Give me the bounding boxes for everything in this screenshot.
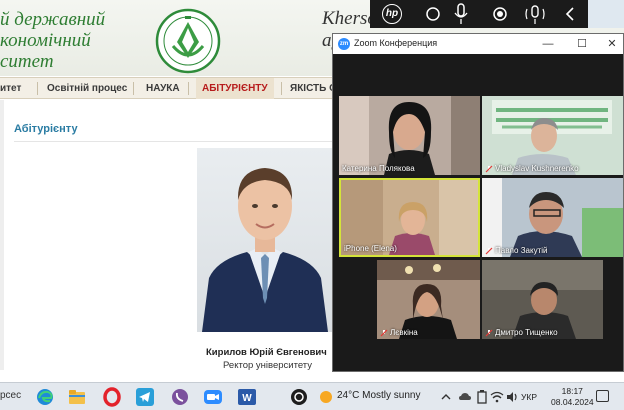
university-name-line-2: кономічний [0,30,91,51]
university-logo[interactable] [155,8,221,74]
edge-icon[interactable] [35,387,55,407]
university-name-en-line-1: Kherso [322,8,377,29]
mic-muted-icon [485,329,493,336]
close-button[interactable]: ✕ [602,36,622,52]
zoom-taskbar-icon[interactable] [203,387,223,407]
zoom-window[interactable]: zm Zoom Конференция — ☐ ✕ Катерина Поляк… [332,33,624,372]
telegram-icon[interactable] [135,387,155,407]
record-icon[interactable] [492,6,508,22]
minimize-button[interactable]: — [538,36,558,52]
cloud-icon[interactable] [458,387,472,407]
maximize-button[interactable]: ☐ [572,36,592,52]
participant-tile[interactable]: Vladyslav Kushnerenko [482,96,623,175]
participant-name: Катерина Полякова [342,164,415,173]
battery-icon[interactable] [476,387,490,407]
nav-separator [188,82,189,95]
participant-tile[interactable]: Лєвкіна [377,260,480,339]
word-icon[interactable]: W [237,387,257,407]
hp-logo-icon[interactable]: hp [382,4,402,24]
circle-outline-icon[interactable] [425,6,441,22]
chevron-left-icon[interactable] [564,6,576,22]
weather-sun-icon[interactable] [316,387,336,407]
broadcast-mic-icon[interactable] [522,1,548,27]
university-name-ua: й державний кономічний ситет [0,9,105,72]
nav-item-education[interactable]: Освітній процес [47,78,127,99]
rector-role: Ректор університету [223,360,313,371]
participant-tile[interactable]: Дмитро Тищенко [482,260,603,339]
participant-tile[interactable]: Катерина Полякова [339,96,480,175]
nav-item-science[interactable]: НАУКА [146,78,180,99]
section-divider [14,141,332,142]
svg-text:W: W [242,393,252,404]
participant-name: Павло Закутій [485,246,547,255]
microphone-icon[interactable] [452,2,470,26]
clock-date: 08.04.2024 [551,397,594,407]
nav-item-university[interactable]: итет [0,78,21,99]
weather-text[interactable]: 24°C Mostly sunny [337,390,420,401]
rector-portrait [202,168,328,332]
participant-name: iPhone (Elena) [344,244,397,253]
participant-name: Дмитро Тищенко [485,328,558,337]
university-name-line-3: ситет [0,51,54,72]
viber-icon[interactable] [170,387,190,407]
mic-muted-icon [485,165,493,172]
nav-item-applicants[interactable]: АБІТУРІЄНТУ [196,78,274,99]
desktop-screen: й державний кономічний ситет Kherso agra… [0,0,624,410]
system-clock[interactable]: 18:17 08.04.2024 [551,386,594,408]
zoom-app-icon: zm [338,38,350,50]
rector-photo [197,148,333,332]
nav-item-quality[interactable]: ЯКІСТЬ О [290,78,337,99]
clock-time: 18:17 [561,386,583,396]
mic-muted-icon [485,247,493,254]
nav-separator [133,82,134,95]
chat-app-icon[interactable] [289,387,309,407]
participant-tile[interactable]: Павло Закутій [482,178,623,257]
participant-name: Лєвкіна [380,328,418,337]
notification-icon[interactable] [596,390,609,402]
university-name-line-1: й державний [0,9,106,30]
language-indicator[interactable]: УКР [521,392,537,402]
window-edge [588,0,624,28]
nav-separator [37,82,38,95]
participant-name: Vladyslav Kushnerenko [485,164,579,173]
opera-icon[interactable] [102,387,122,407]
chevron-up-icon[interactable] [440,387,452,407]
rector-name: Кирилов Юрій Євгенович [206,347,327,358]
file-explorer-icon[interactable] [67,387,87,407]
sidebar-edge [0,100,4,370]
participant-tile-active[interactable]: iPhone (Elena) [339,178,480,257]
zoom-titlebar[interactable]: zm Zoom Конференция — ☐ ✕ [333,34,623,54]
search-box-text[interactable]: рсес [0,390,21,401]
taskbar: рсес W 24°C Mostly sunny УКР 18:17 08.04… [0,382,624,410]
hp-control-bar: hp [370,0,588,28]
nav-separator [281,82,282,95]
wifi-icon[interactable] [490,387,504,407]
zoom-window-title: Zoom Конференция [354,38,438,48]
volume-icon[interactable] [505,387,519,407]
section-title: Абітурієнту [14,123,78,135]
mic-muted-icon [380,329,388,336]
